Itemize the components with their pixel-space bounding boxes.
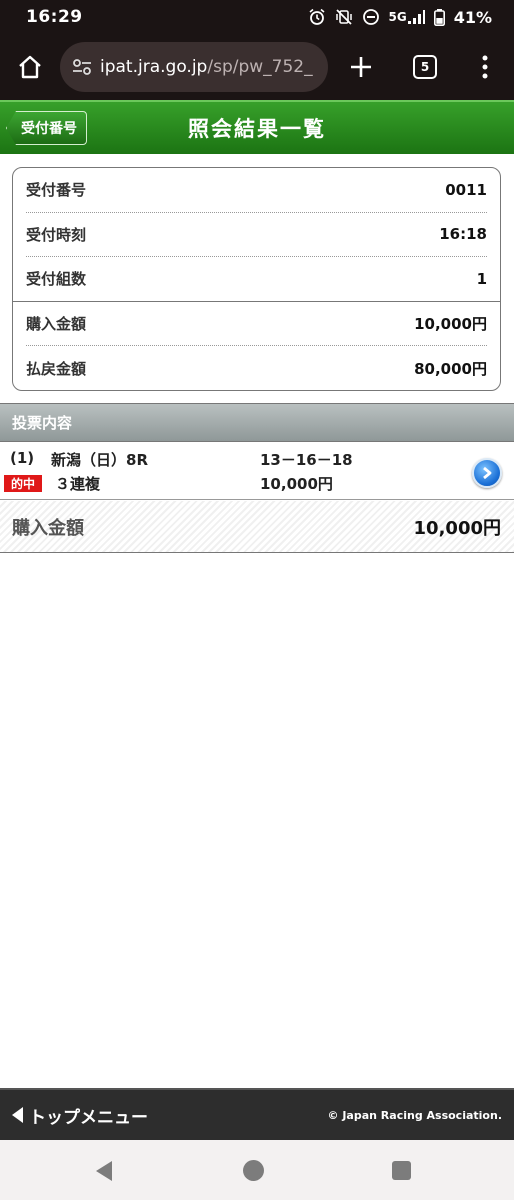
browser-menu-button[interactable] (456, 34, 514, 100)
more-vert-icon (482, 55, 488, 79)
summary-label: 受付組数 (26, 270, 87, 289)
status-time: 16:29 (26, 7, 83, 27)
nav-recents-icon[interactable] (392, 1161, 411, 1180)
battery-level: 41% (453, 7, 492, 27)
vibrate-off-icon (335, 8, 353, 26)
address-bar[interactable]: ipat.jra.go.jp/sp/pw_752_ (60, 42, 328, 92)
vote-detail-button[interactable] (472, 458, 502, 488)
dnd-icon (362, 8, 380, 26)
site-settings-icon[interactable] (72, 58, 92, 76)
battery-icon (433, 8, 445, 26)
top-menu-label: トップメニュー (29, 1107, 148, 1128)
summary-row-payout-amount: 払戻金額 80,000円 (26, 346, 487, 391)
total-row: 購入金額 10,000円 (0, 501, 514, 553)
browser-home-button[interactable] (0, 34, 60, 100)
summary-label: 受付番号 (26, 181, 87, 200)
summary-value: 1 (476, 269, 487, 288)
total-value: 10,000円 (413, 517, 501, 539)
page-header: 受付番号 照会結果一覧 (0, 100, 514, 154)
summary-card: 受付番号 0011 受付時刻 16:18 受付組数 1 購入金額 10,000円… (12, 167, 501, 391)
nav-home-icon[interactable] (243, 1160, 264, 1181)
summary-label: 購入金額 (26, 315, 87, 334)
summary-value: 16:18 (439, 225, 487, 244)
top-menu-link[interactable]: トップメニュー (12, 1103, 148, 1128)
status-bar: 16:29 5G 41% (0, 0, 514, 34)
back-button[interactable]: 受付番号 (6, 111, 87, 145)
vote-bet-type: ３連複 (55, 475, 101, 493)
vote-amount: 10,000円 (260, 475, 333, 493)
home-icon (19, 55, 41, 79)
vote-item[interactable]: (1) 新潟（日）8R 13－16－18 的中 ３連複 10,000円 (0, 443, 514, 500)
url-text: ipat.jra.go.jp/sp/pw_752_ (100, 57, 313, 77)
url-host: ipat.jra.go.jp (100, 57, 208, 77)
alarm-icon (308, 8, 326, 26)
hit-badge: 的中 (4, 475, 42, 492)
summary-label: 払戻金額 (26, 360, 87, 379)
status-icons: 5G 41% (308, 7, 492, 27)
vote-section-header: 投票内容 (0, 403, 514, 442)
nav-back-icon[interactable] (94, 1160, 114, 1182)
summary-value: 0011 (445, 180, 487, 199)
copyright: © Japan Racing Association. (327, 1108, 503, 1122)
summary-label: 受付時刻 (26, 225, 87, 244)
page-title: 照会結果一覧 (188, 117, 326, 141)
chevron-right-icon (483, 466, 492, 480)
summary-value: 80,000円 (414, 360, 487, 379)
triangle-left-icon (12, 1107, 23, 1123)
tab-count: 5 (413, 55, 437, 79)
summary-row-receipt-time: 受付時刻 16:18 (26, 213, 487, 258)
total-label: 購入金額 (12, 517, 84, 539)
system-nav-bar (0, 1140, 514, 1200)
summary-row-set-count: 受付組数 1 (13, 257, 500, 302)
signal-icon: 5G (389, 9, 425, 25)
summary-row-receipt-number: 受付番号 0011 (26, 168, 487, 213)
browser-toolbar: ipat.jra.go.jp/sp/pw_752_ 5 (0, 34, 514, 100)
summary-row-purchase-amount: 購入金額 10,000円 (26, 302, 487, 347)
url-path: /sp/pw_752_ (207, 57, 313, 77)
network-type: 5G (388, 10, 407, 24)
plus-icon (351, 57, 371, 77)
vote-number: (1) (10, 449, 35, 467)
footer-bar: トップメニュー © Japan Racing Association. (0, 1088, 514, 1140)
new-tab-button[interactable] (328, 34, 394, 100)
summary-value: 10,000円 (414, 315, 487, 334)
vote-combination: 13－16－18 (260, 451, 353, 469)
vote-race: 新潟（日）8R (51, 451, 148, 469)
tab-switcher-button[interactable]: 5 (394, 34, 456, 100)
